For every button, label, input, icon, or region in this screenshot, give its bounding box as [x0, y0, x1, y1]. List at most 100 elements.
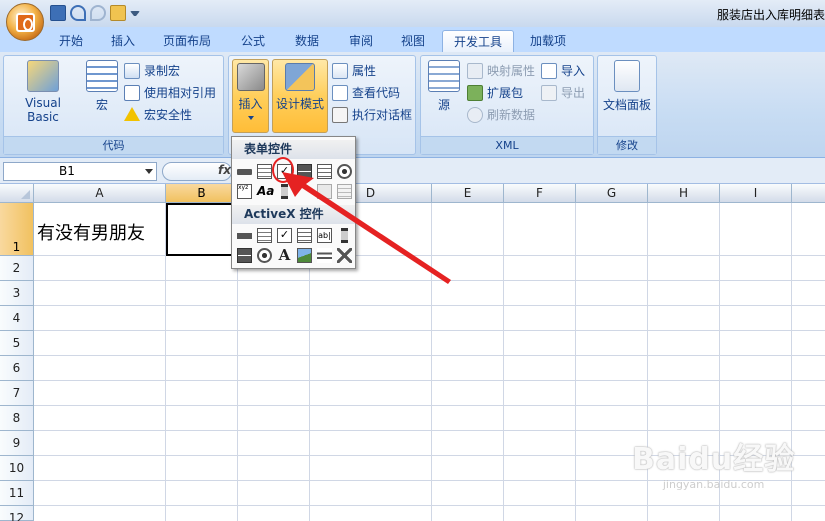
- record-macro-icon: [124, 63, 140, 79]
- activex-combo-box-icon[interactable]: [256, 227, 273, 244]
- record-macro-button[interactable]: 录制宏: [124, 61, 180, 81]
- view-code-label: 查看代码: [352, 86, 401, 100]
- gridline: [34, 305, 825, 306]
- row-header-8[interactable]: 8: [0, 406, 34, 431]
- cell-a1[interactable]: 有没有男朋友: [37, 219, 145, 245]
- office-logo-icon: [16, 13, 35, 32]
- document-panel-button[interactable]: 文档面板: [600, 60, 654, 113]
- row-header-3[interactable]: 3: [0, 281, 34, 306]
- macros-icon: [86, 60, 118, 92]
- document-panel-icon: [614, 60, 640, 92]
- design-mode-icon: [285, 63, 315, 91]
- use-relative-references-button[interactable]: 使用相对引用: [124, 83, 216, 103]
- activex-option-button-icon[interactable]: [256, 247, 273, 264]
- visual-basic-icon: [27, 60, 59, 92]
- tab-addins[interactable]: 加载项: [522, 30, 574, 52]
- row-header-4[interactable]: 4: [0, 306, 34, 331]
- row-header-1[interactable]: 1: [0, 203, 34, 256]
- column-header-h[interactable]: H: [648, 184, 720, 203]
- row-header-10[interactable]: 10: [0, 456, 34, 481]
- gridline: [34, 380, 825, 381]
- column-header-j[interactable]: [792, 184, 825, 203]
- gridline: [575, 203, 576, 521]
- undo-icon[interactable]: [70, 5, 86, 21]
- group-modify: 文档面板 修改: [597, 55, 657, 155]
- tab-data[interactable]: 数据: [286, 30, 328, 52]
- refresh-data-button[interactable]: 刷新数据: [467, 105, 535, 125]
- group-box-control-icon[interactable]: xyz: [236, 183, 253, 200]
- label-control-icon[interactable]: Aa: [256, 183, 274, 200]
- quick-access-toolbar: [50, 5, 140, 21]
- macros-label: 宏: [95, 98, 108, 112]
- open-folder-icon[interactable]: [110, 5, 126, 21]
- visual-basic-label: Visual Basic: [25, 96, 61, 124]
- import-icon: [541, 63, 557, 79]
- run-dialog-icon: [332, 107, 348, 123]
- view-code-button[interactable]: 查看代码: [332, 83, 400, 103]
- row-header-2[interactable]: 2: [0, 256, 34, 281]
- macro-security-button[interactable]: 宏安全性: [124, 105, 192, 125]
- office-button[interactable]: [6, 3, 44, 41]
- tab-home[interactable]: 开始: [50, 30, 92, 52]
- column-header-b[interactable]: B: [166, 184, 238, 203]
- combo-box-control-icon[interactable]: [256, 163, 273, 180]
- column-header-g[interactable]: G: [576, 184, 648, 203]
- xml-export-button[interactable]: 导出: [541, 83, 585, 103]
- tab-view[interactable]: 视图: [392, 30, 434, 52]
- tab-page-layout[interactable]: 页面布局: [152, 30, 222, 52]
- refresh-icon: [467, 107, 483, 123]
- chevron-down-icon[interactable]: [145, 169, 153, 174]
- name-box[interactable]: B1: [3, 162, 157, 181]
- properties-icon: [332, 63, 348, 79]
- redo-icon[interactable]: [90, 5, 106, 21]
- group-xml: 源 映射属性 扩展包 刷新数据 导入 导出 XML: [420, 55, 594, 155]
- annotation-arrow: [282, 172, 451, 284]
- map-properties-icon: [467, 63, 483, 79]
- refresh-data-label: 刷新数据: [487, 108, 536, 122]
- column-header-a[interactable]: A: [34, 184, 166, 203]
- row-header-11[interactable]: 11: [0, 481, 34, 506]
- expansion-packs-icon: [467, 85, 483, 101]
- expansion-packs-button[interactable]: 扩展包: [467, 83, 523, 103]
- fx-icon[interactable]: fx: [218, 163, 231, 177]
- run-dialog-button[interactable]: 执行对话框: [332, 105, 412, 125]
- row-header-9[interactable]: 9: [0, 431, 34, 456]
- xml-export-label: 导出: [561, 86, 586, 100]
- column-header-f[interactable]: F: [504, 184, 576, 203]
- tab-formulas[interactable]: 公式: [232, 30, 274, 52]
- save-icon[interactable]: [50, 5, 66, 21]
- activex-command-button-icon[interactable]: [236, 227, 253, 244]
- tab-insert[interactable]: 插入: [102, 30, 144, 52]
- window-title: 服装店出入库明细表: [716, 8, 825, 22]
- gridline: [34, 330, 825, 331]
- baidu-watermark: Baidu经验 jingyan.baidu.com: [632, 434, 795, 491]
- row-header-7[interactable]: 7: [0, 381, 34, 406]
- insert-control-button[interactable]: 插入: [232, 59, 269, 133]
- warning-icon: [124, 107, 140, 121]
- insert-control-label: 插入: [238, 97, 263, 111]
- activex-spin-button-icon[interactable]: [236, 247, 253, 264]
- button-control-icon[interactable]: [236, 163, 253, 180]
- tab-developer[interactable]: 开发工具: [442, 30, 514, 52]
- row-header-6[interactable]: 6: [0, 356, 34, 381]
- gridline: [34, 405, 825, 406]
- group-xml-label: XML: [421, 136, 593, 154]
- map-properties-button[interactable]: 映射属性: [467, 61, 535, 81]
- excel-window: 服装店出入库明细表 开始 插入 页面布局 公式 数据 审阅 视图 开发工具 加载…: [0, 0, 825, 521]
- properties-button[interactable]: 属性: [332, 61, 376, 81]
- xml-source-button[interactable]: 源: [425, 60, 463, 113]
- xml-import-button[interactable]: 导入: [541, 61, 585, 81]
- tab-review[interactable]: 审阅: [340, 30, 382, 52]
- row-header-12[interactable]: 12: [0, 506, 34, 521]
- relative-references-icon: [124, 85, 140, 101]
- macros-button[interactable]: 宏: [84, 60, 120, 113]
- row-header-5[interactable]: 5: [0, 331, 34, 356]
- selected-cell-b1[interactable]: [166, 203, 238, 256]
- select-all-button[interactable]: [0, 184, 34, 203]
- visual-basic-button[interactable]: Visual Basic: [8, 60, 78, 124]
- design-mode-button[interactable]: 设计模式: [272, 59, 328, 133]
- column-header-i[interactable]: I: [720, 184, 792, 203]
- group-code: Visual Basic 宏 录制宏 使用相对引用 宏安全性 代码: [3, 55, 224, 155]
- design-mode-label: 设计模式: [275, 97, 324, 111]
- customize-qat-icon[interactable]: [130, 11, 140, 16]
